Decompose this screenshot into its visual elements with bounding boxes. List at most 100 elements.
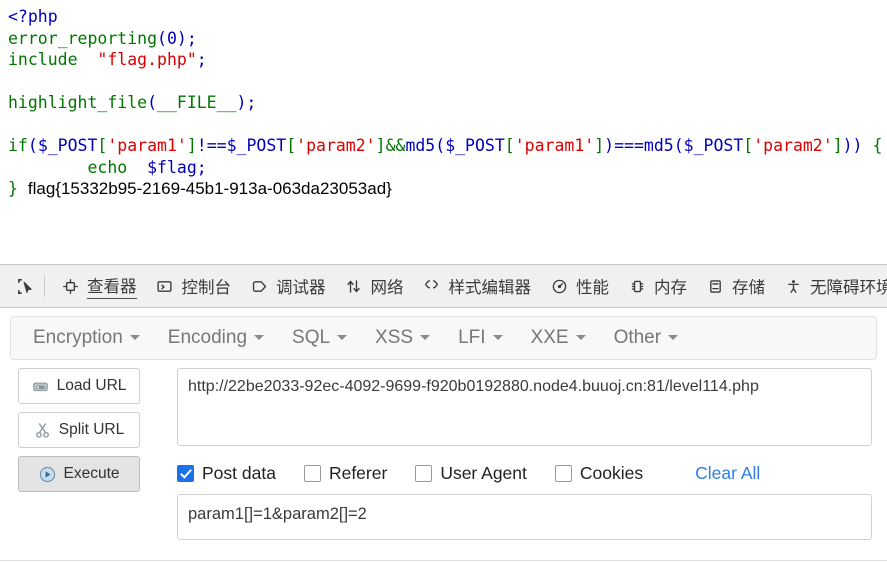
code-token: __FILE__ — [157, 93, 237, 112]
devtools-toolbar: 查看器 控制台 调试器 网络 样式编辑器 性能 内存 存储 无障碍环境 — [0, 264, 887, 308]
hackbar-menu-other[interactable]: Other — [614, 327, 679, 349]
devtools-tab-style-editor[interactable]: 样式编辑器 — [413, 265, 541, 307]
code-token: ] — [832, 136, 843, 155]
button-label: Execute — [63, 465, 120, 482]
checkbox-post-data[interactable] — [177, 464, 194, 482]
memory-icon — [627, 276, 647, 296]
code-token: $flag — [147, 157, 197, 177]
devtools-tab-memory[interactable]: 内存 — [618, 265, 696, 307]
code-token: ] — [186, 136, 197, 155]
devtools-tab-label: 内存 — [654, 279, 687, 297]
code-token: } — [8, 179, 18, 198]
php-source-code: <?php error_reporting(0); include "flag.ph… — [0, 0, 887, 255]
code-token: [ — [743, 136, 754, 155]
code-token: ; — [196, 50, 207, 69]
code-token: [ — [97, 136, 108, 155]
hackbar-menu-label: XSS — [375, 327, 414, 348]
storage-icon — [705, 276, 725, 296]
code-token: ( — [435, 136, 446, 155]
devtools-tab-label: 性能 — [576, 279, 609, 297]
hackbar-menu-label: LFI — [458, 327, 486, 348]
hackbar-menu-xss[interactable]: XSS — [375, 327, 431, 349]
code-line: include "flag.php"; — [8, 49, 887, 71]
code-line: <?php — [8, 6, 887, 28]
element-picker-icon[interactable] — [8, 270, 42, 302]
devtools-tab-console[interactable]: 控制台 — [146, 265, 241, 307]
chevron-down-icon — [668, 335, 679, 340]
code-token: ( — [673, 136, 684, 155]
code-token: md5 — [643, 136, 674, 155]
devtools-tab-inspector[interactable]: 查看器 — [51, 265, 146, 307]
code-token: ); — [236, 93, 257, 112]
chevron-down-icon — [575, 335, 586, 340]
execute-button[interactable]: Execute — [18, 456, 140, 492]
code-token: ( — [27, 136, 38, 155]
code-token: $_POST — [683, 136, 744, 155]
hackbar-menu-encoding[interactable]: Encoding — [168, 327, 265, 349]
option-user-agent[interactable]: User Agent — [415, 463, 527, 484]
button-label: Load URL — [56, 377, 127, 394]
code-token: ( — [147, 93, 158, 112]
code-token: [ — [504, 136, 515, 155]
code-token: $_POST — [226, 136, 287, 155]
chevron-down-icon — [254, 335, 265, 340]
devtools-tab-label: 调试器 — [276, 279, 326, 297]
option-referer[interactable]: Referer — [303, 462, 388, 484]
devtools-tab-storage[interactable]: 存储 — [696, 265, 774, 307]
post-data-input[interactable]: param1[]=1&param2[]=2 — [177, 494, 872, 540]
option-label: Post data — [202, 462, 276, 483]
toolbar-divider — [44, 275, 45, 297]
devtools-tab-label: 存储 — [732, 279, 765, 297]
devtools-tab-performance[interactable]: 性能 — [540, 265, 618, 307]
checkbox-user-agent[interactable] — [415, 464, 433, 482]
hackbar-menu-encryption[interactable]: Encryption — [33, 327, 140, 349]
code-line: highlight_file(__FILE__); — [8, 92, 887, 114]
button-label: Split URL — [58, 421, 125, 438]
url-input[interactable]: http://22be2033-92ec-4092-9699-f920b0192… — [177, 368, 872, 446]
code-token: <?php — [8, 7, 58, 26]
devtools-tab-accessibility[interactable]: 无障碍环境 — [774, 265, 887, 307]
devtools-tab-network[interactable]: 网络 — [335, 265, 413, 307]
code-token: highlight_file — [8, 93, 148, 112]
code-token: )) — [842, 136, 863, 155]
code-token: "flag.php" — [97, 50, 197, 69]
devtools-tab-label: 查看器 — [87, 273, 137, 299]
execute-icon — [38, 465, 56, 483]
code-token: && — [385, 136, 406, 155]
load-url-button[interactable]: Load URL — [18, 368, 140, 404]
style-editor-icon — [422, 276, 442, 296]
option-label: Referer — [328, 462, 388, 483]
code-token: echo — [87, 157, 128, 177]
code-token: include — [8, 50, 78, 69]
hackbar-checkbox-group: Post data Referer User Agent Cookies — [177, 463, 671, 484]
hackbar-menu-sql[interactable]: SQL — [292, 327, 348, 349]
devtools-tab-label: 网络 — [370, 279, 404, 297]
devtools-tab-debugger[interactable]: 调试器 — [240, 265, 335, 307]
code-line: if($_POST['param1']!==$_POST['param2']&&… — [8, 135, 887, 157]
inspector-icon — [60, 276, 80, 296]
debugger-icon — [249, 276, 269, 296]
code-token: [ — [286, 136, 297, 155]
option-cookies[interactable]: Cookies — [554, 463, 643, 484]
chevron-down-icon — [129, 335, 140, 340]
checkbox-cookies[interactable] — [554, 464, 572, 482]
split-url-icon — [34, 421, 52, 439]
checkbox-referer[interactable] — [303, 464, 321, 482]
hackbar-menu-xxe[interactable]: XXE — [531, 327, 586, 349]
hackbar-menu-label: XXE — [530, 327, 569, 348]
clear-all-link[interactable]: Clear All — [695, 463, 760, 484]
hackbar-menu-lfi[interactable]: LFI — [458, 327, 503, 349]
code-token: ; — [196, 157, 207, 177]
hackbar-action-buttons: Load URL Split URL Execute — [18, 368, 168, 500]
accessibility-icon — [783, 276, 803, 296]
code-token: ] — [375, 136, 386, 155]
chevron-down-icon — [492, 335, 503, 340]
hackbar-menu-label: Encryption — [33, 327, 123, 348]
split-url-button[interactable]: Split URL — [18, 412, 140, 448]
code-token: 'param2' — [753, 136, 833, 155]
code-token: $_POST — [37, 136, 98, 155]
code-token: error_reporting — [8, 28, 158, 48]
option-post-data[interactable]: Post data — [177, 463, 276, 484]
